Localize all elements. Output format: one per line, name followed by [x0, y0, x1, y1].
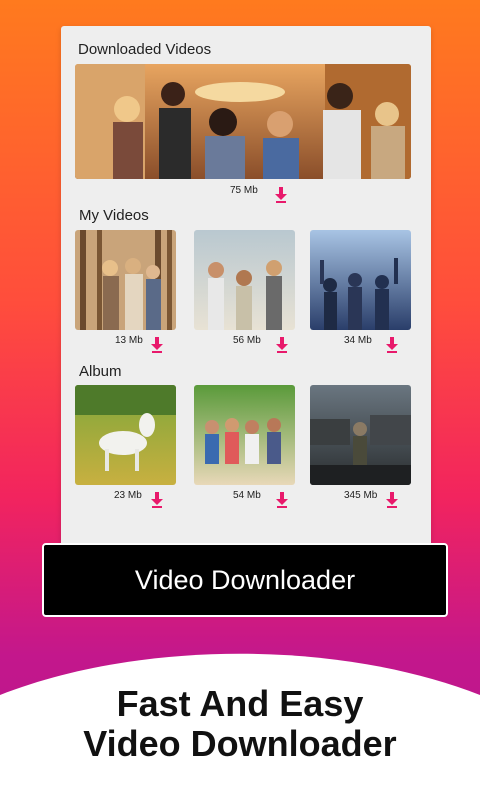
my-video-thumbnail-2[interactable] [194, 230, 295, 330]
my-video-thumbnail-1[interactable] [75, 230, 176, 330]
download-arrow-icon[interactable] [386, 337, 398, 353]
tagline-line-2: Video Downloader [83, 723, 397, 764]
album-size-1: 23 Mb [114, 490, 142, 501]
download-arrow-icon[interactable] [151, 492, 163, 508]
album-size-2: 54 Mb [233, 490, 261, 501]
album-size-3: 345 Mb [344, 490, 378, 501]
album-thumbnail-2[interactable] [194, 385, 295, 485]
downloaded-video-thumbnail[interactable] [75, 64, 411, 179]
download-arrow-icon[interactable] [276, 492, 288, 508]
download-arrow-icon[interactable] [276, 337, 288, 353]
download-arrow-icon[interactable] [275, 187, 287, 203]
section-title-my-videos: My Videos [79, 207, 149, 224]
section-title-album: Album [79, 363, 122, 380]
my-video-size-3: 34 Mb [344, 335, 372, 346]
my-video-size-1: 13 Mb [115, 335, 143, 346]
tagline-line-1: Fast And Easy [116, 683, 364, 724]
video-downloader-banner[interactable]: Video Downloader [42, 543, 448, 617]
downloaded-size-label: 75 Mb [230, 185, 258, 196]
banner-label: Video Downloader [134, 564, 356, 595]
section-title-downloaded: Downloaded Videos [78, 41, 212, 58]
my-video-size-2: 56 Mb [233, 335, 261, 346]
album-thumbnail-3[interactable] [310, 385, 411, 485]
download-arrow-icon[interactable] [386, 492, 398, 508]
album-thumbnail-1[interactable] [75, 385, 176, 485]
my-video-thumbnail-3[interactable] [310, 230, 411, 330]
download-arrow-icon[interactable] [151, 337, 163, 353]
